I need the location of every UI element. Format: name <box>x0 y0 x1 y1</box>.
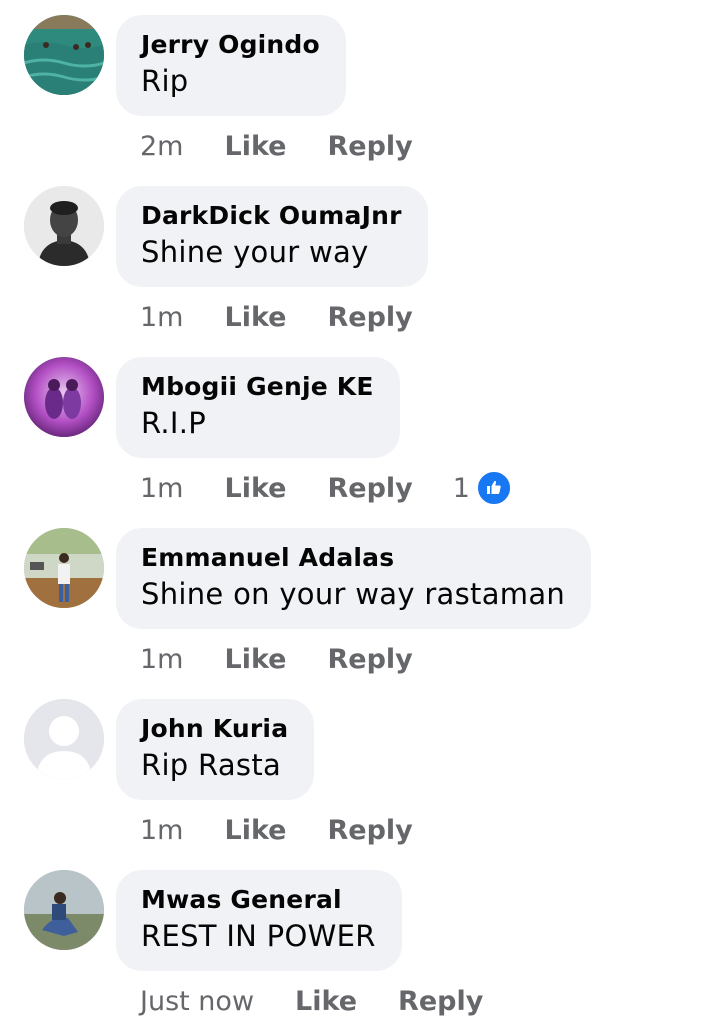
reply-button[interactable]: Reply <box>328 644 413 675</box>
comment-bubble: Mbogii Genje KE R.I.P <box>116 357 400 458</box>
comments-feed: Jerry Ogindo Rip 2m Like Reply DarkDick … <box>0 0 720 1021</box>
reply-button[interactable]: Reply <box>328 131 413 162</box>
avatar-photo-purple <box>24 357 104 437</box>
reply-button[interactable]: Reply <box>328 473 413 504</box>
comment-item: Mbogii Genje KE R.I.P 1m Like Reply 1 <box>0 342 720 513</box>
avatar[interactable] <box>24 699 104 779</box>
comment-bubble: Mwas General REST IN POWER <box>116 870 402 971</box>
avatar[interactable] <box>24 528 104 608</box>
like-button[interactable]: Like <box>224 302 286 333</box>
comment-text: Shine on your way rastaman <box>141 577 566 611</box>
comment-text: R.I.P <box>141 406 207 440</box>
comment-text: REST IN POWER <box>141 919 376 953</box>
comment-timestamp[interactable]: Just now <box>140 986 254 1017</box>
comment-author[interactable]: Jerry Ogindo <box>141 29 320 61</box>
like-button[interactable]: Like <box>224 131 286 162</box>
comment-actions: 1m Like Reply <box>140 299 413 335</box>
comment-author[interactable]: Mwas General <box>141 884 376 916</box>
comment-text: Rip Rasta <box>141 748 282 782</box>
like-button[interactable]: Like <box>224 473 286 504</box>
comment-timestamp[interactable]: 1m <box>140 473 183 504</box>
comment-bubble: Emmanuel Adalas Shine on your way rastam… <box>116 528 592 629</box>
comment-item: Jerry Ogindo Rip 2m Like Reply <box>0 0 720 171</box>
comment-text: Rip <box>141 64 189 98</box>
avatar[interactable] <box>24 186 104 266</box>
reply-button[interactable]: Reply <box>328 815 413 846</box>
reaction-count: 1 <box>452 472 470 504</box>
like-button[interactable]: Like <box>224 644 286 675</box>
comment-text: Shine your way <box>141 235 369 269</box>
comment-timestamp[interactable]: 1m <box>140 302 183 333</box>
reaction-summary[interactable]: 1 <box>453 470 512 506</box>
comment-author[interactable]: Mbogii Genje KE <box>141 371 374 403</box>
reply-button[interactable]: Reply <box>398 986 483 1017</box>
comment-actions: 1m Like Reply <box>140 641 413 677</box>
comment-author[interactable]: John Kuria <box>141 713 288 745</box>
avatar[interactable] <box>24 870 104 950</box>
comment-timestamp[interactable]: 1m <box>140 644 183 675</box>
comment-actions: 2m Like Reply <box>140 128 413 164</box>
avatar[interactable] <box>24 357 104 437</box>
avatar[interactable] <box>24 15 104 95</box>
comment-item: John Kuria Rip Rasta 1m Like Reply <box>0 684 720 855</box>
avatar-photo-pool <box>24 15 104 95</box>
comment-item: DarkDick OumaJnr Shine your way 1m Like … <box>0 171 720 342</box>
comment-bubble: DarkDick OumaJnr Shine your way <box>116 186 428 287</box>
comment-actions: Just now Like Reply <box>140 983 483 1019</box>
comment-author[interactable]: Emmanuel Adalas <box>141 542 565 574</box>
comment-actions: 1m Like Reply 1 <box>140 470 512 506</box>
comment-timestamp[interactable]: 1m <box>140 815 183 846</box>
comment-bubble: John Kuria Rip Rasta <box>116 699 315 800</box>
avatar-photo-person <box>24 186 104 266</box>
default-avatar-icon <box>24 699 104 779</box>
avatar-photo-outdoor <box>24 528 104 608</box>
comment-item: Mwas General REST IN POWER Just now Like… <box>0 855 720 1021</box>
reply-button[interactable]: Reply <box>328 302 413 333</box>
comment-actions: 1m Like Reply <box>140 812 413 848</box>
like-button[interactable]: Like <box>295 986 357 1017</box>
comment-bubble: Jerry Ogindo Rip <box>116 15 346 116</box>
thumbs-up-icon <box>475 470 512 506</box>
comment-item: Emmanuel Adalas Shine on your way rastam… <box>0 513 720 684</box>
comment-timestamp[interactable]: 2m <box>140 131 183 162</box>
like-button[interactable]: Like <box>224 815 286 846</box>
avatar-photo-sitting <box>24 870 104 950</box>
comment-author[interactable]: DarkDick OumaJnr <box>141 200 402 232</box>
